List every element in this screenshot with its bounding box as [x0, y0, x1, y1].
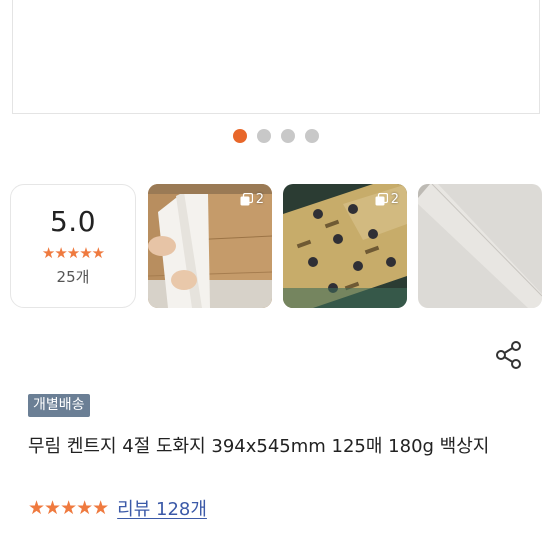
multi-photo-count: 2 — [390, 192, 399, 207]
product-rating-stars: ★★★★★ — [28, 497, 109, 519]
carousel-dot-3[interactable] — [281, 129, 295, 143]
multi-image-icon — [240, 193, 253, 206]
review-count-link[interactable]: 리뷰 128개 — [117, 495, 207, 521]
carousel-dot-2[interactable] — [257, 129, 271, 143]
carousel-dot-4[interactable] — [305, 129, 319, 143]
rating-count: 25개 — [56, 268, 90, 286]
product-review-summary: ★★★★★ 리뷰 128개 — [28, 495, 207, 521]
multi-photo-badge: 2 — [240, 192, 264, 207]
review-photo-2[interactable]: 2 — [283, 184, 407, 308]
carousel-indicator — [233, 129, 319, 143]
delivery-badge: 개별배송 — [28, 394, 90, 417]
share-icon[interactable] — [494, 340, 524, 370]
review-photo-3-image — [418, 184, 542, 308]
multi-photo-badge: 2 — [375, 192, 399, 207]
product-title: 무림 켄트지 4절 도화지 394x545mm 125매 180g 백상지 — [28, 436, 490, 457]
carousel-dot-1[interactable] — [233, 129, 247, 143]
review-photo-1[interactable]: 2 — [148, 184, 272, 308]
rating-stars: ★★★★★ — [41, 244, 105, 262]
multi-photo-count: 2 — [255, 192, 264, 207]
rating-score: 5.0 — [49, 205, 97, 238]
rating-summary-card[interactable]: 5.0 ★★★★★ 25개 — [10, 184, 136, 308]
review-photo-3[interactable] — [418, 184, 542, 308]
product-main-image-frame[interactable] — [12, 0, 540, 114]
multi-image-icon — [375, 193, 388, 206]
